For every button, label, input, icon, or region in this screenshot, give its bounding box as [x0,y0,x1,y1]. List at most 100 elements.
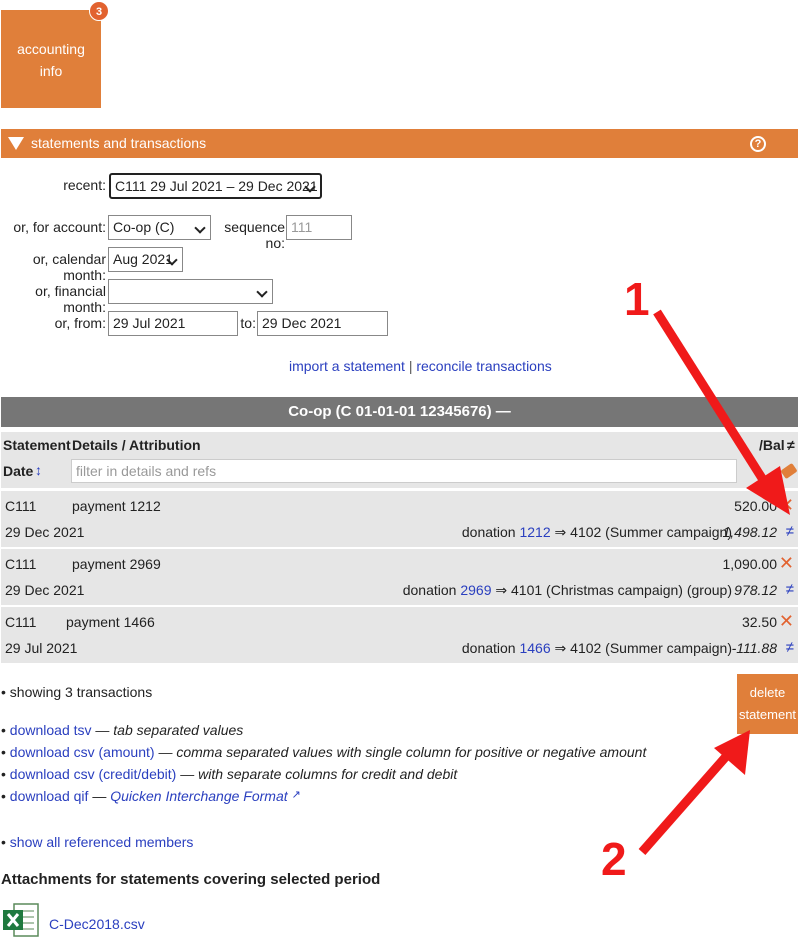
row-detail: donation 1466 ⇒ 4102 (Summer campaign) [462,640,732,657]
bullet: • [1,788,6,804]
sequence-input[interactable]: 111 [286,215,352,240]
sort-icon[interactable]: ↕ [35,462,42,478]
table-row: C111 payment 1212 520.00 ✕ 29 Dec 2021 d… [1,491,798,547]
tile-label-line1: accounting [17,41,85,57]
delete-button-line1: delete [749,685,786,700]
row-detail-prefix: donation [461,524,516,540]
external-link-icon: ↗ [291,789,301,801]
row-payment: payment 2969 [72,556,161,572]
show-members-line: • show all referenced members [1,834,193,850]
row-detail-suffix: ⇒ 4101 (Christmas campaign) (group) [495,582,732,598]
sequence-label: sequence no: [224,219,285,251]
attachments-heading: Attachments for statements covering sele… [1,871,381,888]
bullet: • [1,744,6,760]
show-referenced-members-link[interactable]: show all referenced members [10,834,194,850]
annotation-arrow-2 [638,749,734,855]
section-header[interactable]: statements and transactions ? [1,129,798,158]
column-statement: Statement [3,437,71,453]
from-date-input[interactable]: 29 Jul 2021 [108,311,238,336]
row-ref-link[interactable]: 1466 [519,640,550,656]
showing-count: • showing 3 transactions [1,684,153,700]
row-detail: donation 1212 ⇒ 4102 (Summer campaign) [462,524,732,541]
download-csv-amount-line: • download csv (amount) — comma separate… [1,744,646,760]
financial-month-select[interactable] [108,279,273,304]
row-payment: payment 1212 [72,498,161,514]
delete-statement-button[interactable]: delete statement [737,674,798,734]
account-select[interactable]: Co-op (C) [108,215,211,240]
section-title: statements and transactions [31,135,207,151]
row-date: 29 Dec 2021 [5,524,85,540]
delete-transaction-icon[interactable]: ✕ [779,611,794,632]
download-qif-link[interactable]: download qif [10,788,89,804]
row-date: 29 Dec 2021 [5,582,85,598]
column-details: Details / Attribution [72,437,201,453]
row-payment: payment 1466 [66,614,155,630]
download-csv-creditdebit-desc: — with separate columns for credit and d… [180,766,458,782]
recent-label: recent: [63,177,106,193]
to-label: to: [240,315,256,331]
row-balance: 978.12 [734,582,777,598]
annotation-marker-2: 2 [601,833,627,885]
row-detail-suffix: ⇒ 4102 (Summer campaign) [554,640,732,656]
calendar-month-select[interactable]: Aug 2021 [108,247,183,272]
excel-file-icon[interactable] [2,901,40,939]
column-balance: /Bal [759,437,785,453]
download-tsv-line: • download tsv — tab separated values [1,722,243,738]
download-tsv-link[interactable]: download tsv [10,722,92,738]
help-icon[interactable]: ? [750,136,766,152]
row-balance: -111.88 [731,640,777,656]
row-amount: 1,090.00 [722,556,778,572]
column-date[interactable]: Date [3,463,33,479]
row-amount: 32.50 [741,614,777,630]
calendar-month-label: or, calendar month: [32,251,106,283]
column-reconciled: ≠ [787,437,795,453]
row-ref-link[interactable]: 2969 [460,582,491,598]
row-detail-suffix: ⇒ 4102 (Summer campaign) [554,524,732,540]
bullet: • [1,834,6,850]
eraser-icon[interactable] [780,462,798,480]
row-detail: donation 2969 ⇒ 4101 (Christmas campaign… [403,582,732,599]
unreconciled-icon[interactable]: ≠ [786,581,794,598]
collapse-triangle-icon[interactable] [8,137,24,150]
download-qif-line: • download qif — Quicken Interchange For… [1,788,301,804]
row-statement: C111 [5,498,37,514]
download-csv-creditdebit-link[interactable]: download csv (credit/debit) [10,766,177,782]
reconcile-transactions-link[interactable]: reconcile transactions [416,358,551,374]
table-row: C111 payment 1466 32.50 ✕ 29 Jul 2021 do… [1,607,798,663]
row-statement: C111 [5,556,37,572]
annotation-arrowhead-2 [714,730,750,775]
attachment-file-link[interactable]: C-Dec2018.csv [49,916,145,932]
unreconciled-icon[interactable]: ≠ [786,639,794,656]
to-date-input[interactable]: 29 Dec 2021 [257,311,388,336]
row-detail-prefix: donation [402,582,457,598]
row-balance: 1,498.12 [722,524,778,540]
download-csv-creditdebit-line: • download csv (credit/debit) — with sep… [1,766,457,782]
tile-label-line2: info [39,63,63,79]
unreconciled-icon[interactable]: ≠ [786,523,794,540]
qif-dash: — [92,788,107,804]
bullet: • [1,722,6,738]
delete-transaction-icon[interactable]: ✕ [779,495,794,516]
download-csv-amount-link[interactable]: download csv (amount) [10,744,155,760]
row-ref-link[interactable]: 1212 [519,524,550,540]
download-csv-amount-desc: — comma separated values with single col… [158,744,647,760]
actions-separator: | [408,358,413,374]
financial-month-label: or, financial month: [35,283,106,315]
delete-transaction-icon[interactable]: ✕ [779,553,794,574]
row-date: 29 Jul 2021 [5,640,78,656]
accounting-info-tile[interactable]: accounting info [1,10,101,108]
bullet: • [1,766,6,782]
recent-select[interactable]: C111 29 Jul 2021 – 29 Dec 2021 [109,173,322,199]
filter-input[interactable]: filter in details and refs [71,459,737,483]
table-row: C111 payment 2969 1,090.00 ✕ 29 Dec 2021… [1,549,798,605]
delete-button-line2: statement [738,707,797,722]
from-label: or, from: [54,315,106,331]
statement-actions: import a statement | reconcile transacti… [289,358,552,374]
quicken-format-link[interactable]: Quicken Interchange Format [110,788,287,804]
tile-count-badge: 3 [89,1,109,21]
import-statement-link[interactable]: import a statement [289,358,405,374]
row-detail-prefix: donation [461,640,516,656]
table-header: Statement Details / Attribution /Bal ≠ D… [1,432,798,488]
account-label: or, for account: [13,219,106,235]
download-tsv-desc: — tab separated values [95,722,244,738]
